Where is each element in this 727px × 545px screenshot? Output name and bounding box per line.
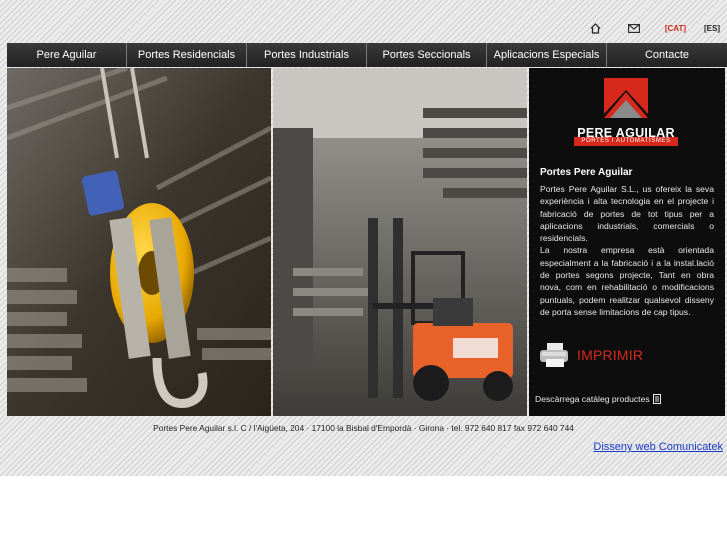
info-panel: PERE AGUILAR PORTES I AUTOMATISMES Porte… (529, 68, 725, 416)
lang-cat-link[interactable]: [CAT] (658, 24, 693, 33)
description-paragraph-1: Portes Pere Aguilar S.L., us ofereix la … (540, 184, 714, 244)
mail-icon[interactable] (622, 20, 646, 36)
description-paragraph-2: La nostra empresa està orientada especia… (540, 245, 714, 317)
main-navigation: Pere Aguilar Portes Residencials Portes … (7, 43, 727, 67)
nav-item-portes-industrials[interactable]: Portes Industrials (247, 43, 367, 67)
top-utility-bar: [CAT] [ES] (584, 20, 727, 36)
document-icon (652, 394, 661, 404)
lang-es-link[interactable]: [ES] (697, 24, 727, 33)
print-button[interactable]: IMPRIMIR (538, 342, 643, 368)
nav-item-portes-residencials[interactable]: Portes Residencials (127, 43, 247, 67)
panel-description: Portes Pere Aguilar S.L., us ofereix la … (540, 183, 714, 318)
crane-hook-photo (7, 68, 271, 416)
panel-title: Portes Pere Aguilar (540, 167, 633, 178)
forklift-warehouse-photo (273, 68, 527, 416)
credits-link[interactable]: Disseny web Comunicatek (593, 441, 723, 453)
catalog-label: Descàrrega catàleg productes (535, 394, 650, 404)
footer-address: Portes Pere Aguilar s.l. C / l'Aigüeta, … (153, 423, 574, 433)
printer-icon (540, 343, 568, 367)
home-icon[interactable] (584, 20, 608, 36)
nav-item-aplicacions-especials[interactable]: Aplicacions Especials (487, 43, 607, 67)
print-label: IMPRIMIR (577, 347, 644, 363)
logo-tagline: PORTES I AUTOMATISMES (574, 137, 678, 146)
catalog-download-link[interactable]: Descàrrega catàleg productes (535, 394, 661, 404)
nav-item-portes-seccionals[interactable]: Portes Seccionals (367, 43, 487, 67)
logo-mark-icon (604, 78, 648, 118)
nav-item-pere-aguilar[interactable]: Pere Aguilar (7, 43, 127, 67)
company-logo[interactable]: PERE AGUILAR PORTES I AUTOMATISMES (574, 74, 678, 146)
nav-item-contacte[interactable]: Contacte (607, 43, 727, 67)
